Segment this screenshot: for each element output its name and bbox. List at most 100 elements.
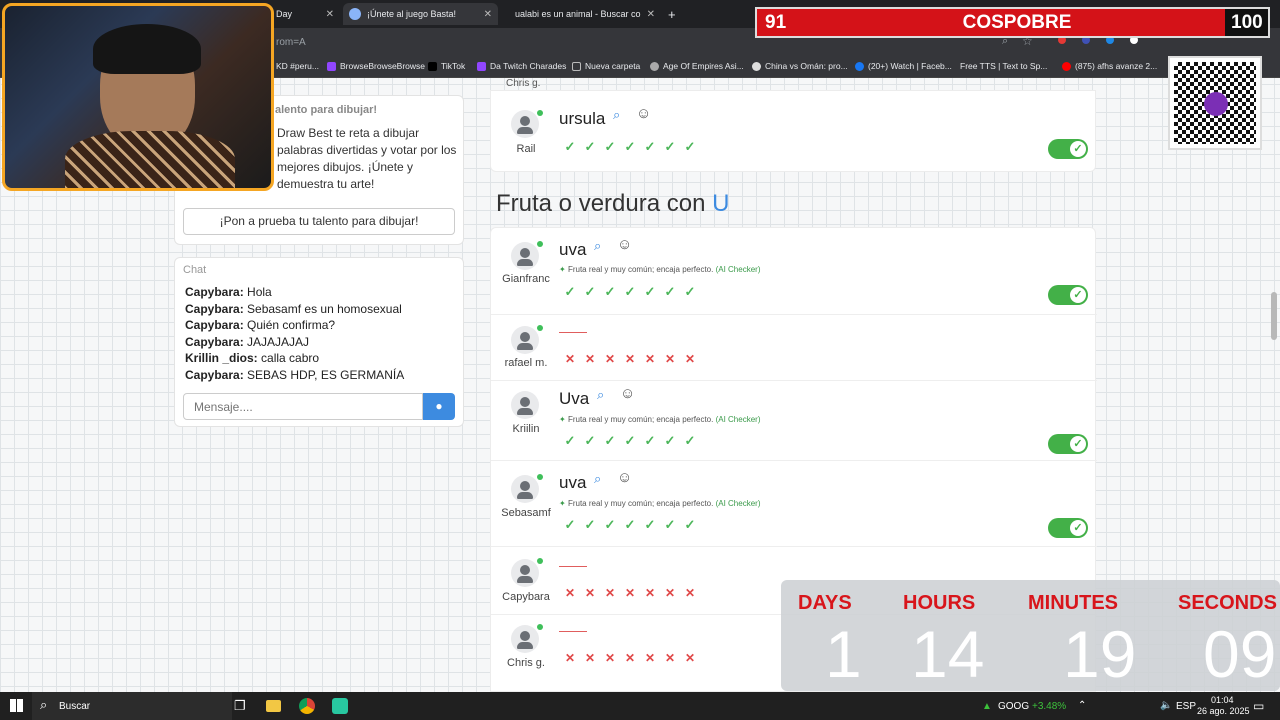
chat-message: Krillin _dios: calla cabro <box>185 351 320 366</box>
score-left: 91 <box>765 12 787 33</box>
player-name: Chris g. <box>506 78 541 89</box>
online-indicator <box>537 624 543 630</box>
streamer-hair <box>93 24 201 74</box>
close-icon[interactable]: ✕ <box>647 9 655 20</box>
language-indicator[interactable]: ESP <box>1176 701 1196 712</box>
new-tab-button[interactable]: + <box>662 3 682 25</box>
notification-icon[interactable]: ▭ <box>1253 699 1264 713</box>
volume-icon[interactable]: 🔈 <box>1160 700 1172 711</box>
bookmark-item[interactable]: (20+) Watch | Faceb... <box>855 61 952 71</box>
vote-marks: ✓ ✓ ✓ ✓ ✓ ✓ ✓ <box>564 139 696 154</box>
chevron-up-icon[interactable]: ⌃ <box>1078 700 1086 711</box>
user-icon <box>511 559 539 587</box>
minutes-value: 19 <box>1063 617 1137 691</box>
tab-label: Day <box>276 9 293 19</box>
user-icon <box>511 625 539 653</box>
url-text[interactable]: rom=A <box>276 37 306 48</box>
tab-day[interactable]: Day ✕ <box>270 3 340 25</box>
add-reaction-icon[interactable]: ☺ <box>617 469 632 486</box>
bookmark-item[interactable]: Free TTS | Text to Sp... <box>960 61 1047 71</box>
category-heading: Fruta o verdura con U <box>496 190 730 217</box>
chat-message: Capybara: Hola <box>185 285 272 299</box>
taskbar-search-label: Buscar <box>59 701 91 712</box>
days-label: DAYS <box>798 592 852 614</box>
score-bar: 91 COSPOBRE 100 <box>755 7 1270 38</box>
days-value: 1 <box>825 617 862 691</box>
bookmark-item[interactable]: KD #peru... <box>276 61 319 71</box>
search-icon[interactable]: ⌕ <box>594 471 601 487</box>
divider <box>491 460 1097 461</box>
divider <box>491 314 1097 315</box>
bookmark-item[interactable]: Da Twitch Charades <box>477 61 566 71</box>
bookmark-item[interactable]: BrowseBrowseBrowse <box>327 61 425 71</box>
valid-toggle[interactable] <box>1048 518 1088 538</box>
player-name: Rail <box>516 143 536 155</box>
answer-word: Uva <box>559 389 590 408</box>
facebook-icon <box>855 61 864 71</box>
file-explorer-icon[interactable] <box>266 700 281 712</box>
minutes-label: MINUTES <box>1028 592 1118 614</box>
taskbar-search[interactable]: ⌕ Buscar <box>32 692 232 720</box>
windows-taskbar: ⌕ Buscar ❐ ▲ GOOG +3.48% ⌃ 🔈 ESP 01:04 2… <box>0 692 1280 720</box>
twitch-icon <box>327 61 336 71</box>
score-right: 100 <box>1231 12 1263 33</box>
clock-time[interactable]: 01:04 <box>1211 695 1234 705</box>
app-icon[interactable] <box>332 698 348 714</box>
valid-toggle[interactable] <box>1048 434 1088 454</box>
scrollbar-thumb[interactable] <box>1271 292 1277 340</box>
online-indicator <box>537 474 543 480</box>
answer-word: uva <box>559 473 587 492</box>
chat-title: Chat <box>183 264 207 276</box>
search-icon[interactable]: ⌕ <box>594 238 601 254</box>
ai-checker-note: ✦ Fruta real y muy común; encaja perfect… <box>559 499 761 508</box>
chat-message: Capybara: SEBAS HDP, ES GERMANÍA <box>185 367 405 382</box>
add-reaction-icon[interactable]: ☺ <box>620 385 635 402</box>
task-view-icon[interactable]: ❐ <box>234 698 246 714</box>
player-name: Gianfranc <box>502 273 550 285</box>
player-name: Kriilin <box>512 423 540 435</box>
user-icon <box>511 391 539 419</box>
chrome-icon[interactable] <box>299 698 315 714</box>
search-icon[interactable]: ⌕ <box>613 107 620 123</box>
vote-marks: ✓ ✓ ✓ ✓ ✓ ✓ ✓ <box>564 284 696 299</box>
user-icon <box>511 326 539 354</box>
tiktok-icon <box>428 61 437 71</box>
tab-google-search[interactable]: ualabi es un animal - Buscar co ✕ <box>503 3 658 25</box>
add-reaction-icon[interactable]: ☺ <box>617 236 632 253</box>
chat-message: Capybara: Quién confirma? <box>185 318 336 333</box>
bookmark-folder[interactable]: Nueva carpeta <box>572 61 640 71</box>
windows-start-icon[interactable] <box>10 699 23 712</box>
chat-message: Capybara: JAJAJAJAJ <box>185 334 310 349</box>
valid-toggle[interactable] <box>1048 285 1088 305</box>
chat-bubble-icon: ● <box>435 399 443 413</box>
stock-up-icon: ▲ <box>982 701 992 712</box>
seconds-value: 09 <box>1203 617 1277 691</box>
globe-icon <box>752 61 761 71</box>
send-button[interactable]: ● <box>423 393 455 420</box>
ai-checker-note: ✦ Fruta real y muy común; encaja perfect… <box>559 265 761 274</box>
qr-code <box>1168 56 1262 150</box>
globe-icon <box>349 8 361 20</box>
close-icon[interactable]: ✕ <box>326 9 334 20</box>
chat-input[interactable] <box>183 393 423 420</box>
bookmark-item[interactable]: (875) afhs avanze 2... <box>1062 61 1157 71</box>
twitch-icon <box>477 61 486 71</box>
search-icon[interactable]: ⌕ <box>597 387 604 403</box>
close-icon[interactable]: ✕ <box>484 9 492 20</box>
ticker-symbol: GOOG <box>998 701 1030 712</box>
player-name: Chris g. <box>507 657 545 669</box>
bookmark-item[interactable]: TikTok <box>428 61 465 71</box>
add-reaction-icon[interactable]: ☺ <box>636 105 651 122</box>
divider <box>491 546 1097 547</box>
bookmark-item[interactable]: Age Of Empires Asi... <box>650 61 744 71</box>
chat-message: Capybara: Sebasamf es un homosexual <box>185 301 402 316</box>
user-icon <box>511 110 539 138</box>
player-name: Capybara <box>502 591 550 603</box>
tab-basta[interactable]: ¡Únete al juego Basta! ✕ <box>343 3 498 25</box>
empty-answer <box>559 631 587 632</box>
promo-text: Draw Best te reta a dibujar palabras div… <box>277 126 457 191</box>
bookmark-item[interactable]: China vs Omán: pro... <box>752 61 848 71</box>
try-draw-button[interactable]: ¡Pon a prueba tu talento para dibujar! <box>183 208 455 235</box>
clock-date[interactable]: 26 ago. 2025 <box>1197 706 1250 716</box>
valid-toggle[interactable] <box>1048 139 1088 159</box>
